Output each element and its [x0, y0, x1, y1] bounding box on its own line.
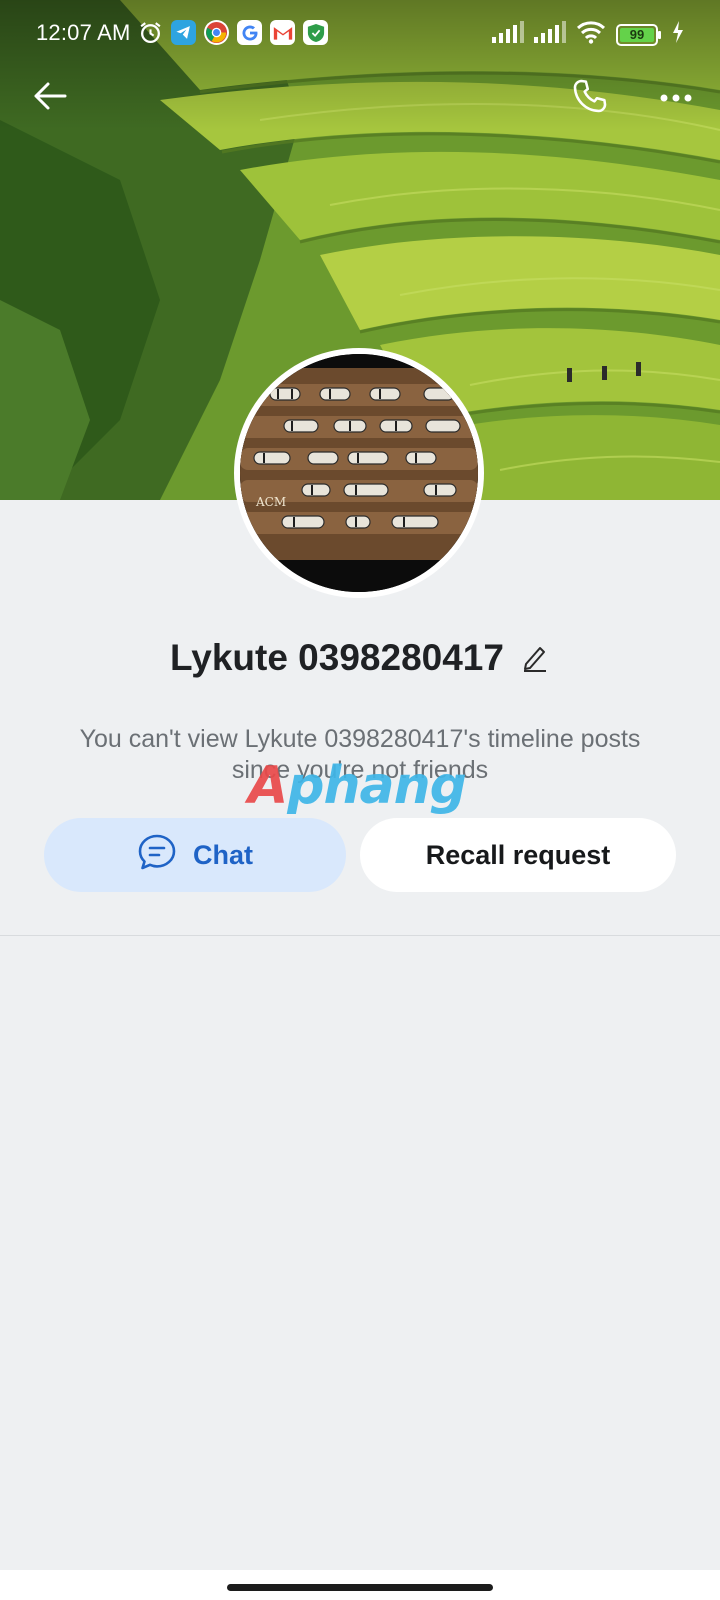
battery-level: 99 [629, 26, 645, 42]
recall-request-button[interactable]: Recall request [360, 818, 676, 892]
pencil-icon[interactable] [520, 643, 550, 673]
profile-name: Lykute 0398280417 [170, 637, 504, 678]
battery-icon: 99 [616, 23, 662, 46]
google-icon [237, 20, 262, 45]
more-icon [660, 89, 692, 107]
phone-icon [571, 77, 609, 120]
chat-bubble-icon [137, 832, 177, 879]
telegram-icon [171, 20, 196, 45]
alarm-icon [138, 20, 163, 45]
signal-icon [534, 21, 566, 48]
avatar[interactable]: ACM [234, 348, 484, 598]
wifi-icon [576, 20, 606, 49]
back-arrow-icon [33, 81, 67, 116]
home-gesture-handle[interactable] [227, 1584, 493, 1591]
status-bar: 12:07 AM 99 [0, 0, 720, 70]
system-icons: 99 [492, 20, 684, 49]
signal-icon [492, 21, 524, 48]
call-button[interactable] [562, 70, 618, 126]
profile-name-row: Lykute 0398280417 [0, 630, 720, 686]
charging-icon [672, 21, 684, 48]
recall-request-label: Recall request [425, 839, 611, 870]
notification-icons [138, 20, 328, 45]
avatar-logo-text: ACM [255, 495, 286, 509]
gmail-icon [270, 20, 295, 45]
more-options-button[interactable] [648, 70, 704, 126]
chrome-icon [204, 20, 229, 45]
chat-button[interactable]: Chat [44, 818, 346, 892]
back-button[interactable] [22, 70, 78, 126]
friend-restriction-notice: You can't view Lykute 0398280417's timel… [79, 725, 641, 784]
avatar-image: ACM [240, 354, 478, 592]
chat-button-label: Chat [193, 839, 253, 870]
shield-app-icon [303, 20, 328, 45]
status-time: 12:07 AM [36, 20, 131, 45]
section-divider [0, 935, 720, 936]
